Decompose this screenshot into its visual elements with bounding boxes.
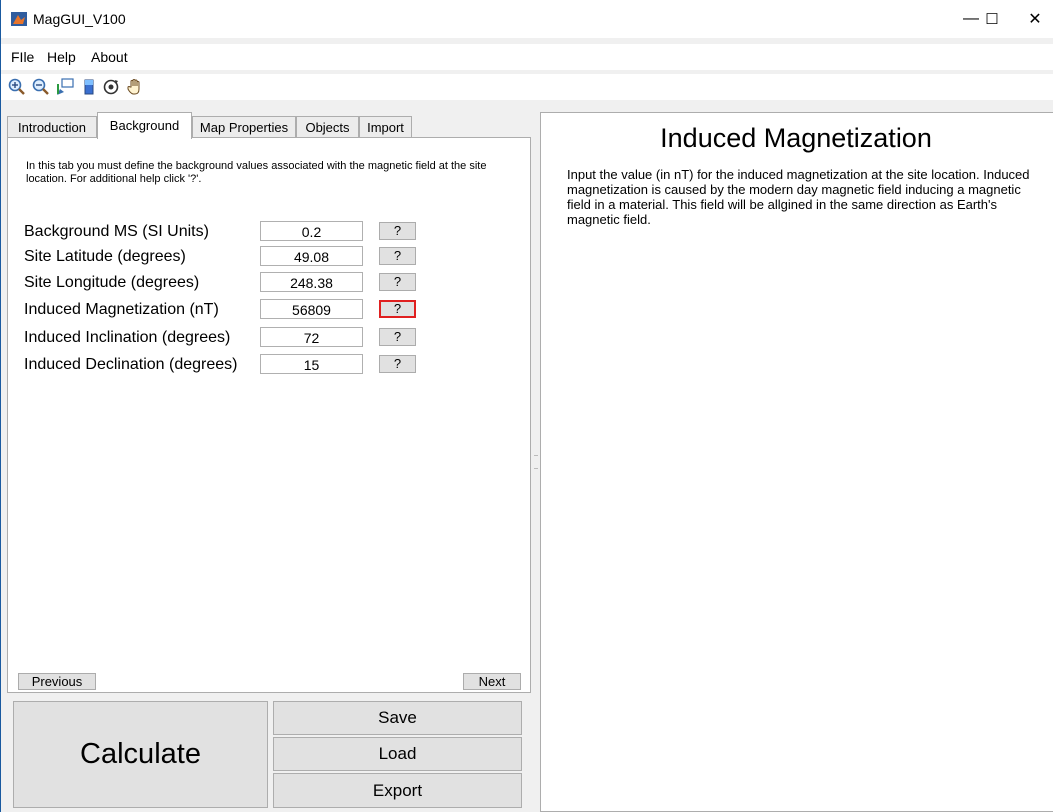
- left-panel: Introduction Background Map Properties O…: [7, 112, 531, 694]
- zoom-out-icon[interactable]: [31, 77, 51, 97]
- site-longitude-input[interactable]: 248.38: [260, 272, 363, 292]
- title-bar: MagGUI_V100 — ☐ ✕: [1, 0, 1053, 38]
- help-panel-title: Induced Magnetization: [660, 123, 932, 153]
- matlab-app-icon: [11, 12, 27, 26]
- tab-introduction[interactable]: Introduction: [7, 116, 97, 138]
- induced-inclination-label: Induced Inclination (degrees): [24, 329, 231, 346]
- splitter-grip-icon[interactable]: [534, 455, 538, 469]
- help-panel: Induced Magnetization Input the value (i…: [540, 112, 1053, 812]
- background-ms-label: Background MS (SI Units): [24, 223, 209, 240]
- site-latitude-help-button[interactable]: ?: [379, 247, 416, 265]
- previous-button[interactable]: Previous: [18, 673, 96, 690]
- tab-strip: Introduction Background Map Properties O…: [7, 112, 531, 139]
- background-tab-page: In this tab you must define the backgrou…: [7, 137, 531, 693]
- colorbar-icon[interactable]: [79, 77, 99, 97]
- close-button[interactable]: ✕: [1015, 4, 1053, 34]
- figure-toolbar: [1, 74, 1053, 100]
- induced-declination-input[interactable]: 15: [260, 354, 363, 374]
- export-button[interactable]: Export: [273, 773, 522, 808]
- load-button[interactable]: Load: [273, 737, 522, 771]
- induced-magnetization-help-button[interactable]: ?: [379, 300, 416, 318]
- site-longitude-label: Site Longitude (degrees): [24, 274, 200, 291]
- tab-objects[interactable]: Objects: [296, 116, 359, 138]
- tab-map-properties[interactable]: Map Properties: [192, 116, 296, 138]
- calculate-button[interactable]: Calculate: [13, 701, 268, 808]
- tab-import[interactable]: Import: [359, 116, 412, 138]
- tab-background[interactable]: Background: [97, 112, 192, 139]
- save-button[interactable]: Save: [273, 701, 522, 735]
- background-ms-help-button[interactable]: ?: [379, 222, 416, 240]
- induced-declination-label: Induced Declination (degrees): [24, 356, 238, 373]
- site-latitude-label: Site Latitude (degrees): [24, 248, 186, 265]
- induced-inclination-help-button[interactable]: ?: [379, 328, 416, 346]
- window-title: MagGUI_V100: [33, 11, 126, 27]
- help-panel-text: Input the value (in nT) for the induced …: [567, 167, 1030, 227]
- site-longitude-help-button[interactable]: ?: [379, 273, 416, 291]
- zoom-in-icon[interactable]: [7, 77, 27, 97]
- menu-help[interactable]: Help: [47, 49, 76, 65]
- maximize-button[interactable]: ☐: [969, 4, 1015, 34]
- rotate-icon[interactable]: [101, 77, 121, 97]
- background-description: In this tab you must define the backgrou…: [26, 160, 487, 185]
- app-window: MagGUI_V100 — ☐ ✕ FIle Help About Introd…: [0, 0, 1053, 812]
- menu-about[interactable]: About: [91, 49, 128, 65]
- induced-magnetization-label: Induced Magnetization (nT): [24, 301, 219, 318]
- background-ms-input[interactable]: 0.2: [260, 221, 363, 241]
- induced-declination-help-button[interactable]: ?: [379, 355, 416, 373]
- data-cursor-icon[interactable]: [55, 77, 75, 97]
- menu-file[interactable]: FIle: [11, 49, 34, 65]
- next-button[interactable]: Next: [463, 673, 521, 690]
- menu-bar: FIle Help About: [1, 44, 1053, 70]
- induced-magnetization-input[interactable]: 56809: [260, 299, 363, 319]
- induced-inclination-input[interactable]: 72: [260, 327, 363, 347]
- site-latitude-input[interactable]: 49.08: [260, 246, 363, 266]
- pan-hand-icon[interactable]: [125, 77, 145, 97]
